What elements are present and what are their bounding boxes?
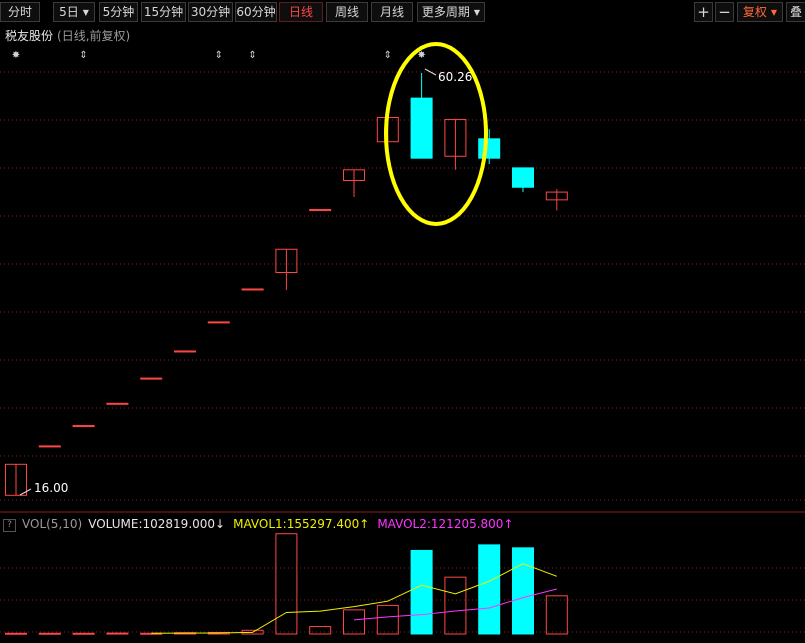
candle-body	[207, 321, 230, 324]
volume-value-text: VOLUME:102819.000	[88, 517, 216, 531]
volume-value: VOLUME:102819.000↓	[88, 517, 225, 531]
event-marker-icon: ⇕	[384, 50, 392, 61]
candle-body	[174, 350, 196, 353]
candle-body	[140, 377, 163, 380]
volume-bar	[275, 533, 298, 635]
arrow-down-icon: ↓	[215, 517, 226, 531]
low-price-leader	[19, 488, 32, 496]
volume-bar	[376, 604, 399, 635]
event-marker-icon: ⇕	[248, 50, 256, 61]
volume-bar	[72, 632, 95, 635]
candle-body	[309, 209, 332, 212]
volume-bar	[106, 632, 129, 635]
event-marker-icon: ✸	[12, 50, 20, 61]
vol-indicator-name[interactable]: VOL(5,10)	[22, 517, 82, 531]
candle-body	[72, 425, 95, 428]
volume-bar	[444, 576, 467, 635]
volume-bar	[478, 544, 501, 635]
event-marker-icon: ⇕	[79, 50, 87, 61]
volume-bar	[410, 549, 433, 635]
candle-body	[410, 97, 433, 159]
low-price-label: 16.00	[34, 481, 68, 495]
candle-body	[106, 402, 129, 405]
indicator-help-icon[interactable]: ?	[3, 519, 16, 532]
event-marker-icon: ⇕	[215, 50, 223, 61]
mavol2-value: MAVOL2:121205.800↑	[377, 517, 513, 531]
volume-bar	[343, 609, 365, 635]
candle-body	[478, 138, 501, 159]
candle-body	[512, 167, 534, 188]
high-price-label: 60.26	[438, 70, 472, 84]
mavol1-value: MAVOL1:155297.400↑	[233, 517, 369, 531]
volume-legend: ? VOL(5,10) VOLUME:102819.000↓ MAVOL1:15529…	[0, 515, 514, 533]
high-price-leader	[424, 68, 437, 76]
volume-bar	[512, 547, 534, 635]
arrow-up-icon: ↑	[359, 517, 370, 531]
arrow-up-icon: ↑	[503, 517, 514, 531]
kline-chart[interactable]: ✸ ⇕ ⇕ ⇕ ⇕ ✸ 60.26 16.00	[0, 0, 805, 643]
highlight-circle	[384, 42, 488, 226]
mavol1-value-text: MAVOL1:155297.400	[233, 517, 360, 531]
volume-bar	[38, 632, 61, 635]
candle-body	[38, 445, 61, 448]
candle-body	[241, 288, 264, 291]
mavol2-value-text: MAVOL2:121205.800	[377, 517, 504, 531]
volume-bar	[5, 632, 27, 635]
volume-bar	[309, 626, 332, 635]
volume-bar	[545, 595, 568, 635]
